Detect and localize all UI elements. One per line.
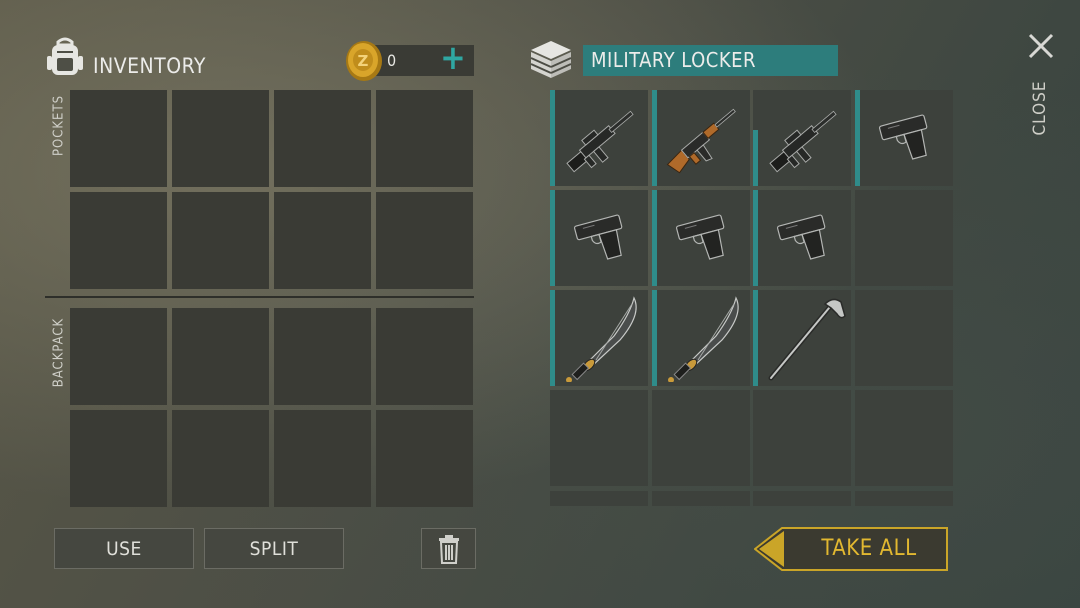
backpack-slot[interactable] <box>172 410 269 507</box>
container-title: MILITARY LOCKER <box>591 48 757 72</box>
container-slot[interactable] <box>753 390 851 486</box>
container-slot[interactable] <box>550 290 648 386</box>
assault-rifle-icon <box>769 110 837 173</box>
container-slot[interactable] <box>855 390 953 486</box>
backpack-slot[interactable] <box>70 308 167 405</box>
pistol-icon <box>878 114 928 160</box>
pocket-slot[interactable] <box>172 90 269 187</box>
pockets-label: POCKETS <box>51 94 67 157</box>
assault-rifle-icon <box>566 110 634 173</box>
crate-icon <box>530 41 572 78</box>
durability-bar <box>652 90 657 186</box>
backpack-slot[interactable] <box>274 308 371 405</box>
pocket-slot[interactable] <box>376 192 473 289</box>
container-slot[interactable] <box>652 90 750 186</box>
use-button[interactable]: USE <box>54 528 194 569</box>
backpack-slot[interactable] <box>70 410 167 507</box>
backpack-slot[interactable] <box>274 410 371 507</box>
section-divider <box>45 296 474 298</box>
durability-bar <box>753 290 758 386</box>
durability-bar <box>855 90 860 186</box>
take-all-label: TAKE ALL <box>821 536 917 561</box>
durability-bar <box>753 190 758 286</box>
pocket-slot[interactable] <box>274 192 371 289</box>
backpack-slot[interactable] <box>172 308 269 405</box>
container-slot[interactable] <box>855 491 953 506</box>
delete-button[interactable] <box>421 528 476 569</box>
svg-text:Z: Z <box>358 52 369 70</box>
durability-bar <box>550 190 555 286</box>
add-coins-button[interactable]: + <box>438 40 468 76</box>
container-slot[interactable] <box>652 190 750 286</box>
pocket-slot[interactable] <box>172 192 269 289</box>
backpack-label: BACKPACK <box>51 317 67 388</box>
container-slot[interactable] <box>652 491 750 506</box>
coin-count: 0 <box>387 51 397 70</box>
container-slot[interactable] <box>753 290 851 386</box>
durability-bar <box>753 130 758 186</box>
pistol-icon <box>776 214 826 260</box>
container-slot[interactable] <box>753 190 851 286</box>
durability-bar <box>550 290 555 386</box>
pocket-slot[interactable] <box>70 192 167 289</box>
katana-icon <box>566 296 637 382</box>
coin-icon: Z <box>346 41 382 81</box>
close-icon[interactable] <box>1026 31 1056 61</box>
trash-icon <box>438 534 459 564</box>
pocket-slot[interactable] <box>70 90 167 187</box>
container-slot[interactable] <box>550 90 648 186</box>
container-slot[interactable] <box>652 390 750 486</box>
close-label[interactable]: CLOSE <box>1030 76 1050 140</box>
durability-bar <box>652 190 657 286</box>
container-slot[interactable] <box>753 491 851 506</box>
durability-bar <box>652 290 657 386</box>
container-slot[interactable] <box>753 90 851 186</box>
container-slot[interactable] <box>855 290 953 386</box>
pocket-slot[interactable] <box>376 90 473 187</box>
durability-bar <box>550 90 555 186</box>
container-slot[interactable] <box>550 190 648 286</box>
container-slot[interactable] <box>550 390 648 486</box>
inventory-title: INVENTORY <box>93 54 206 78</box>
pistol-icon <box>573 214 623 260</box>
katana-icon <box>668 296 739 382</box>
golf-club-icon <box>768 298 846 381</box>
backpack-slot[interactable] <box>376 308 473 405</box>
pocket-slot[interactable] <box>274 90 371 187</box>
take-all-button[interactable]: TAKE ALL <box>754 527 948 571</box>
container-slot[interactable] <box>855 90 953 186</box>
split-button[interactable]: SPLIT <box>204 528 344 569</box>
ak-rifle-icon <box>666 108 736 174</box>
container-slot[interactable] <box>855 190 953 286</box>
pistol-icon <box>675 214 725 260</box>
backpack-slot[interactable] <box>376 410 473 507</box>
container-slot[interactable] <box>550 491 648 506</box>
container-slot[interactable] <box>652 290 750 386</box>
backpack-icon <box>47 37 83 75</box>
